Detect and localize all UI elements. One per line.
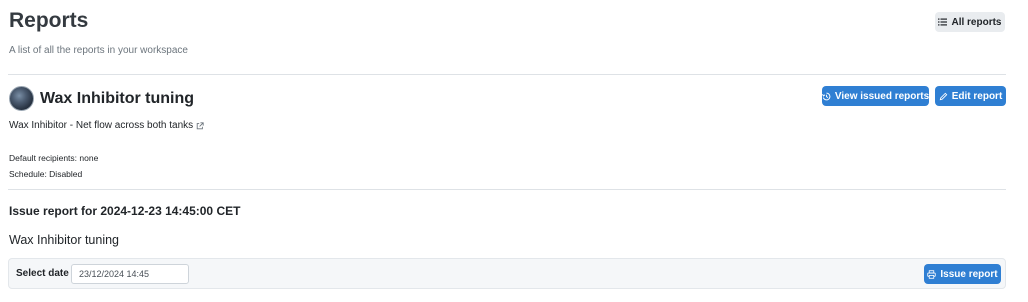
default-recipients: Default recipients: none [9, 153, 99, 163]
header-divider [8, 74, 1006, 75]
all-reports-label: All reports [951, 16, 1002, 28]
select-date-label: Select date [16, 268, 69, 279]
date-selection-bar: Select date Issue report [8, 258, 1006, 289]
printer-icon [927, 269, 937, 279]
issue-report-heading: Issue report for 2024-12-23 14:45:00 CET [9, 204, 241, 218]
section-divider [8, 189, 1006, 190]
edit-report-button[interactable]: Edit report [935, 86, 1006, 106]
issue-report-name: Wax Inhibitor tuning [9, 233, 120, 247]
list-icon [938, 18, 948, 26]
pencil-icon [939, 92, 948, 101]
issue-report-label: Issue report [940, 268, 998, 280]
report-title: Wax Inhibitor tuning [40, 90, 195, 107]
page-subtitle: A list of all the reports in your worksp… [9, 45, 188, 56]
external-link-icon [196, 121, 204, 130]
dashboard-link-label: Wax Inhibitor - Net flow across both tan… [9, 120, 194, 131]
report-avatar [9, 86, 34, 111]
page-title: Reports [9, 9, 89, 32]
schedule-status: Schedule: Disabled [9, 169, 83, 179]
issue-report-button[interactable]: Issue report [924, 264, 1001, 284]
dashboard-link[interactable]: Wax Inhibitor - Net flow across both tan… [9, 120, 204, 131]
all-reports-button[interactable]: All reports [935, 12, 1005, 32]
history-icon [821, 92, 831, 101]
view-issued-reports-label: View issued reports [834, 90, 930, 102]
date-input[interactable] [71, 264, 189, 284]
edit-report-label: Edit report [951, 90, 1003, 102]
view-issued-reports-button[interactable]: View issued reports [821, 86, 930, 106]
